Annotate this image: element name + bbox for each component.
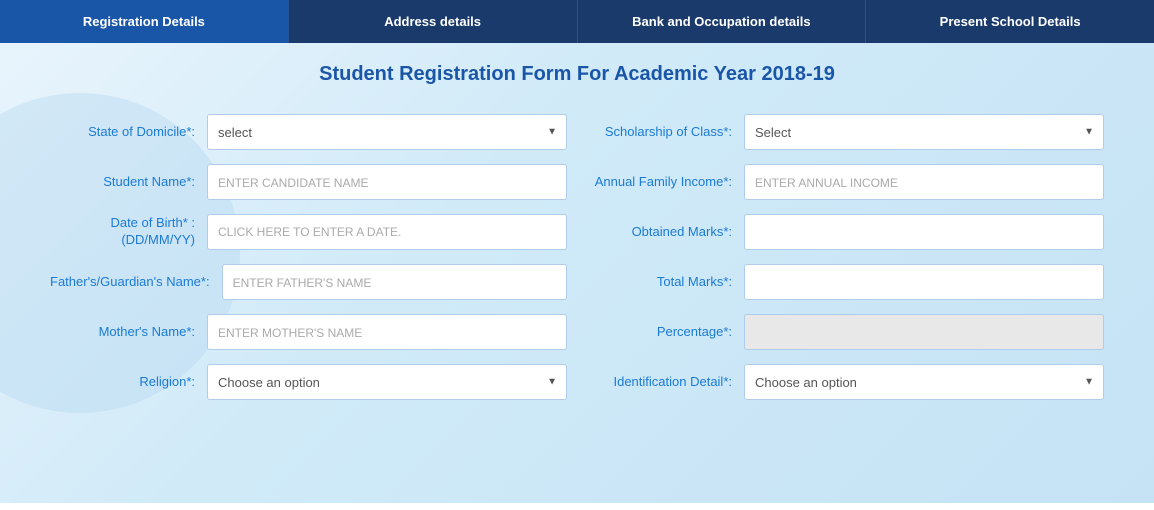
obtained-marks-row: Obtained Marks*: [577,214,1114,250]
obtained-marks-input[interactable] [744,214,1104,250]
religion-select[interactable]: Choose an option [207,364,567,400]
identification-label: Identification Detail*: [587,374,732,391]
tab-address[interactable]: Address details [289,0,578,43]
total-marks-label: Total Marks*: [587,274,732,291]
religion-row: Religion*: Choose an option [40,364,577,400]
tab-school[interactable]: Present School Details [866,0,1154,43]
percentage-row: Percentage*: [577,314,1114,350]
state-domicile-label: State of Domicile*: [50,124,195,141]
nav-tabs: Registration Details Address details Ban… [0,0,1154,43]
scholarship-label: Scholarship of Class*: [587,124,732,141]
obtained-marks-label: Obtained Marks*: [587,224,732,241]
main-content: Student Registration Form For Academic Y… [0,43,1154,503]
form-title: Student Registration Form For Academic Y… [40,63,1114,86]
mother-name-input[interactable] [207,314,567,350]
percentage-label: Percentage*: [587,324,732,341]
religion-label: Religion*: [50,374,195,391]
dob-label: Date of Birth* : (DD/MM/YY) [50,215,195,249]
father-name-label: Father's/Guardian's Name*: [50,274,210,291]
form-grid: State of Domicile*: select Student Name*… [40,114,1114,414]
annual-income-row: Annual Family Income*: [577,164,1114,200]
father-name-input[interactable] [222,264,567,300]
mother-name-row: Mother's Name*: [40,314,577,350]
state-domicile-row: State of Domicile*: select [40,114,577,150]
total-marks-input[interactable] [744,264,1104,300]
mother-name-label: Mother's Name*: [50,324,195,341]
student-name-input[interactable] [207,164,567,200]
identification-select-wrapper: Choose an option [744,364,1104,400]
state-domicile-select-wrapper: select [207,114,567,150]
identification-row: Identification Detail*: Choose an option [577,364,1114,400]
state-domicile-select[interactable]: select [207,114,567,150]
total-marks-row: Total Marks*: [577,264,1114,300]
percentage-input [744,314,1104,350]
dob-row: Date of Birth* : (DD/MM/YY) [40,214,577,250]
scholarship-select[interactable]: Select [744,114,1104,150]
scholarship-select-wrapper: Select [744,114,1104,150]
student-name-label: Student Name*: [50,174,195,191]
father-name-row: Father's/Guardian's Name*: [40,264,577,300]
left-column: State of Domicile*: select Student Name*… [40,114,577,414]
tab-registration[interactable]: Registration Details [0,0,289,43]
identification-select[interactable]: Choose an option [744,364,1104,400]
dob-input[interactable] [207,214,567,250]
annual-income-label: Annual Family Income*: [587,174,732,191]
religion-select-wrapper: Choose an option [207,364,567,400]
student-name-row: Student Name*: [40,164,577,200]
tab-bank[interactable]: Bank and Occupation details [578,0,867,43]
scholarship-row: Scholarship of Class*: Select [577,114,1114,150]
annual-income-input[interactable] [744,164,1104,200]
right-column: Scholarship of Class*: Select Annual Fam… [577,114,1114,414]
